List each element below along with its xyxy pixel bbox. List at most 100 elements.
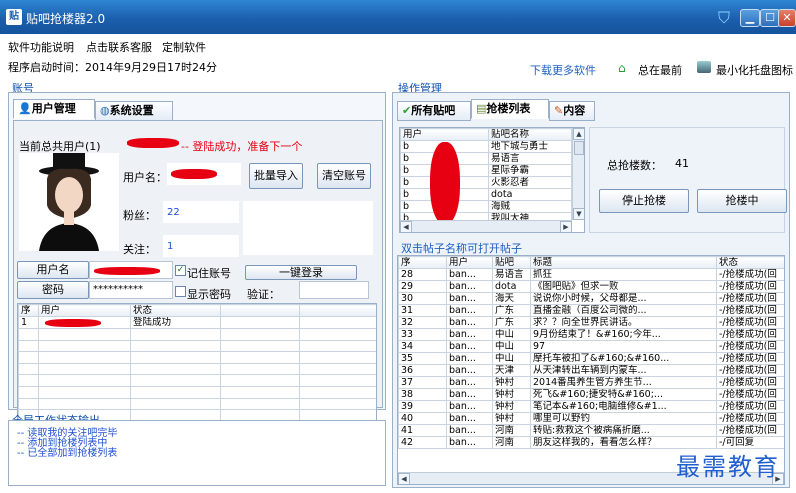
double-click-hint: 双击帖子名称可打开帖子: [401, 242, 522, 255]
post-status: -/抢楼成功(回: [716, 328, 784, 341]
bar-list-row[interactable]: b 海贼: [400, 200, 572, 213]
username-label: 用户名：: [123, 171, 167, 184]
menu-item-contact[interactable]: 点击联系客服: [86, 39, 152, 55]
follow-value: 1: [167, 241, 174, 252]
username-input[interactable]: [89, 261, 173, 279]
close-button[interactable]: ✕: [778, 9, 796, 27]
post-bar: dota: [492, 280, 531, 293]
post-title: 求？？向全世界民讲话。: [530, 316, 717, 329]
post-row[interactable]: 31 ban... 广东 直播金融（百度公司微的... -/抢楼成功(回: [398, 304, 784, 317]
stop-grab-button[interactable]: 停止抢楼: [599, 189, 689, 213]
post-title: 从天津转出车辆到内蒙车...: [530, 364, 717, 377]
post-row[interactable]: 37 ban... 钟村 2014番禺养生管方养生节... -/抢楼成功(回: [398, 376, 784, 389]
post-user: ban...: [446, 316, 493, 329]
minimize-tray-button[interactable]: 最小化托盘图标: [716, 62, 793, 78]
bar-list-row[interactable]: b 地下城与勇士: [400, 140, 572, 153]
bar-list-hscrollbar[interactable]: ◀ ▶: [400, 220, 572, 232]
row-user: [38, 316, 131, 329]
password-input[interactable]: **********: [89, 281, 173, 299]
post-title: 直播金融（百度公司微的...: [530, 304, 717, 317]
grabbing-button[interactable]: 抢楼中: [697, 189, 787, 213]
post-row[interactable]: 29 ban... dota 《图吧贴》但求一败 -/抢楼成功(回: [398, 280, 784, 293]
post-user: ban...: [446, 304, 493, 317]
posts-header: 序 用户 贴吧 标题 状态: [398, 256, 784, 269]
bar-list-table: 用户 贴吧名称 b 地下城与勇士 b 易语言 b 星际争霸 b 火影忍者 b dota b…: [400, 128, 572, 232]
post-row[interactable]: 35 ban... 中山 摩托车被扣了&#160;&#160... -/抢楼成功(回: [398, 352, 784, 365]
post-row[interactable]: 39 ban... 钟村 笔记本&#160;电脑维修&#1... -/抢楼成功(回: [398, 400, 784, 413]
post-title: 转贴:救救这个被病痛折磨...: [530, 424, 717, 437]
tab-user-management[interactable]: 👤用户管理: [13, 99, 95, 119]
download-more-link[interactable]: 下载更多软件: [530, 62, 596, 78]
scroll-thumb[interactable]: [574, 141, 584, 155]
minimize-button[interactable]: ▁: [740, 9, 760, 27]
scroll-left-button[interactable]: ◀: [400, 221, 412, 232]
password-button[interactable]: 密码: [17, 281, 89, 299]
row-index: 1: [18, 316, 39, 329]
post-user: ban...: [446, 268, 493, 281]
post-bar: 天津: [492, 364, 531, 377]
menu-item-help[interactable]: 软件功能说明: [8, 39, 74, 55]
scroll-up-button[interactable]: ▲: [573, 128, 584, 140]
bar-list-scrollbar[interactable]: ▲ ▼: [572, 128, 584, 220]
post-row[interactable]: 32 ban... 广东 求？？向全世界民讲话。 -/抢楼成功(回: [398, 316, 784, 329]
scroll-right-button[interactable]: ▶: [560, 221, 572, 232]
post-row[interactable]: 30 ban... 海天 说说你小时候，父母都是... -/抢楼成功(回: [398, 292, 784, 305]
pencil-icon: ✎: [554, 104, 564, 117]
col-user: 用户: [446, 256, 493, 269]
log-panel: -- 读取我的关注吧完毕 -- 添加到抢楼列表中 -- 已全部加到抢楼列表: [8, 420, 386, 486]
post-row[interactable]: 40 ban... 钟村 哪里可以野钓 -/抢楼成功(回: [398, 412, 784, 425]
show-password-checkbox[interactable]: [175, 286, 186, 297]
bar-list-row[interactable]: b 星际争霸: [400, 164, 572, 177]
bar-list-row[interactable]: b 易语言: [400, 152, 572, 165]
post-row[interactable]: 38 ban... 钟村 死飞&#160;捷安特&#160;... -/抢楼成功(回: [398, 388, 784, 401]
tab-system-settings[interactable]: ◍系统设置: [95, 101, 173, 121]
post-user: ban...: [446, 412, 493, 425]
post-no: 35: [398, 352, 447, 365]
post-row[interactable]: 41 ban... 河南 转贴:救救这个被病痛折磨... -/抢楼成功(回: [398, 424, 784, 437]
post-no: 32: [398, 316, 447, 329]
user-icon: 👤: [18, 102, 32, 115]
verify-label: 验证：: [247, 288, 280, 301]
scroll-left-button[interactable]: ◀: [398, 473, 410, 484]
post-bar: 钟村: [492, 412, 531, 425]
fans-value-box: 22: [163, 201, 239, 223]
post-bar: 海天: [492, 292, 531, 305]
post-row[interactable]: 34 ban... 中山 97 -/抢楼成功(回: [398, 340, 784, 353]
avatar: [19, 153, 119, 251]
list-icon: ▤: [476, 102, 487, 115]
post-row[interactable]: 33 ban... 中山 9月份结束了！&#160;今年... -/抢楼成功(回: [398, 328, 784, 341]
post-status: -/抢楼成功(回: [716, 280, 784, 293]
username-button[interactable]: 用户名: [17, 261, 89, 279]
remember-account-checkbox[interactable]: ✓: [175, 265, 186, 276]
menu-item-custom[interactable]: 定制软件: [162, 39, 206, 55]
app-icon: 贴: [6, 9, 22, 25]
post-row[interactable]: 28 ban... 易语言 抓狂 -/抢楼成功(回: [398, 268, 784, 281]
house-icon: ⌂: [618, 61, 626, 75]
post-title: 《图吧贴》但求一败: [530, 280, 717, 293]
always-on-top-button[interactable]: 总在最前: [638, 62, 682, 78]
bar-list-box: 用户 贴吧名称 b 地下城与勇士 b 易语言 b 星际争霸 b 火影忍者 b dota b…: [399, 127, 585, 233]
one-click-login-button[interactable]: 一键登录: [245, 265, 357, 280]
follow-label: 关注：: [123, 243, 156, 256]
redacted-users: [430, 142, 460, 224]
post-status: -/抢楼成功(回: [716, 340, 784, 353]
post-title: 摩托车被扣了&#160;&#160...: [530, 352, 717, 365]
maximize-button[interactable]: ☐: [760, 9, 780, 27]
bar-list-row[interactable]: b 火影忍者: [400, 176, 572, 189]
tab-grab-list[interactable]: ▤抢楼列表: [471, 99, 549, 119]
batch-import-button[interactable]: 批量导入: [249, 163, 303, 189]
col-bar-name: 贴吧名称: [488, 128, 572, 141]
scroll-down-button[interactable]: ▼: [573, 208, 584, 220]
clear-accounts-button[interactable]: 清空账号: [317, 163, 371, 189]
row-status: 登陆成功: [130, 316, 221, 329]
post-bar: 钟村: [492, 400, 531, 413]
user-table-row[interactable]: 1 登陆成功: [18, 316, 376, 329]
verify-input[interactable]: [299, 281, 369, 299]
bar-list-row[interactable]: b dota: [400, 188, 572, 201]
tab-all-bars[interactable]: ✔所有贴吧: [397, 101, 471, 121]
post-no: 33: [398, 328, 447, 341]
post-no: 29: [398, 280, 447, 293]
tab-content[interactable]: ✎内容: [549, 101, 595, 121]
post-row[interactable]: 36 ban... 天津 从天津转出车辆到内蒙车... -/抢楼成功(回: [398, 364, 784, 377]
shield-icon[interactable]: ⛉: [718, 8, 730, 28]
